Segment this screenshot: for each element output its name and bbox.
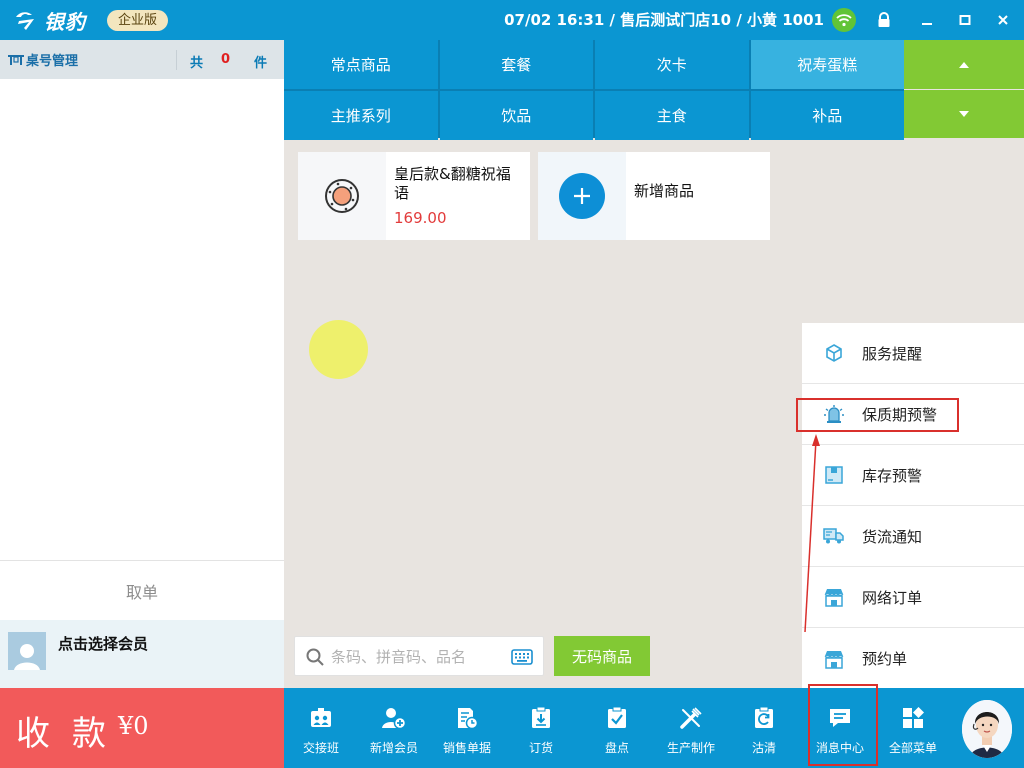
member-label: 点击选择会员 (58, 635, 149, 653)
category-tab-active[interactable]: 祝寿蛋糕 (750, 40, 904, 89)
all-menus-label: 全部菜单 (888, 741, 937, 755)
maximize-icon[interactable] (953, 8, 977, 32)
production-icon (678, 705, 704, 731)
all-menus-button[interactable]: 全部菜单 (877, 688, 949, 768)
store-icon (823, 586, 845, 608)
sold-out-label: 沽清 (751, 741, 776, 755)
item-unit: 件 (254, 56, 268, 71)
store-icon (823, 648, 845, 670)
menu-item-label: 库存预警 (862, 466, 923, 485)
item-count: 0 (221, 52, 231, 67)
category-scroll-up-button[interactable] (904, 40, 1024, 89)
menu-item-reservation[interactable]: 预约单 (802, 628, 1024, 689)
table-header: 桌号管理 共 0 件 (0, 40, 284, 79)
order-goods-label: 订货 (528, 741, 553, 755)
expiry-warning-highlight-box (796, 398, 959, 432)
edition-badge: 企业版 (107, 10, 169, 31)
production-button[interactable]: 生产制作 (655, 688, 727, 768)
title-bar: 银豹 企业版 07/02 16:31 / 售后测试门店10 / 小黄 1001 (0, 0, 1024, 40)
menu-item-online-order[interactable]: 网络订单 (802, 567, 1024, 628)
sold-out-button[interactable]: 沽清 (728, 688, 800, 768)
cube-icon (823, 342, 845, 364)
category-tab[interactable]: 主食 (595, 91, 749, 140)
category-tab[interactable]: 饮品 (439, 91, 593, 140)
no-barcode-product-button[interactable]: 无码商品 (554, 636, 650, 676)
menu-item-inventory-warning[interactable]: 库存预警 (802, 445, 1024, 506)
add-member-label: 新增会员 (369, 741, 418, 755)
search-icon (306, 648, 324, 666)
category-tab[interactable]: 补品 (750, 91, 904, 140)
product-name: 皇后款&翻糖祝福语 (394, 165, 511, 202)
menu-item-label: 货流通知 (862, 527, 923, 546)
cancel-order-button[interactable]: 取单 (0, 560, 284, 620)
yinbao-logo-icon (16, 12, 34, 30)
minimize-icon[interactable] (915, 8, 939, 32)
plus-icon (559, 173, 605, 219)
cookie-icon (298, 152, 386, 240)
stocktake-icon (604, 705, 630, 731)
customer-service-avatar[interactable] (962, 700, 1012, 758)
search-bar (294, 636, 544, 676)
handover-button[interactable]: 交接班 (285, 688, 357, 768)
add-member-icon (381, 705, 407, 731)
category-tab[interactable]: 套餐 (439, 40, 593, 89)
total-label: 共 (190, 56, 204, 71)
session-info: 07/02 16:31 / 售后测试门店10 / 小黄 1001 (504, 11, 824, 29)
category-scroll-down-button[interactable] (904, 90, 1024, 138)
menu-item-service-reminder[interactable]: 服务提醒 (802, 323, 1024, 384)
divider (176, 50, 177, 70)
inventory-icon (823, 464, 845, 486)
menu-item-label: 服务提醒 (862, 344, 923, 363)
checkout-amount: ¥0 (118, 712, 149, 740)
production-label: 生产制作 (666, 741, 715, 755)
lock-icon[interactable] (872, 8, 896, 32)
order-goods-button[interactable]: 订货 (505, 688, 577, 768)
app-name: 银豹 (44, 9, 86, 34)
assistant-avatar-icon (962, 700, 1012, 758)
category-tab[interactable]: 常点商品 (284, 40, 438, 89)
add-member-button[interactable]: 新增会员 (358, 688, 430, 768)
cursor-highlight (309, 320, 368, 379)
bottom-toolbar: 交接班 新增会员 销售单据 订货 盘点 生产制作 沽清 消息中心 全部菜单 (284, 688, 1024, 768)
truck-icon (823, 525, 845, 547)
message-center-highlight-box (808, 684, 878, 766)
menu-grid-icon (900, 705, 926, 731)
stocktake-label: 盘点 (604, 741, 629, 755)
sales-doc-icon (454, 705, 480, 731)
menu-item-label: 预约单 (862, 650, 908, 668)
add-product-thumb (538, 152, 626, 240)
product-name: 新增商品 (634, 182, 695, 200)
stocktake-button[interactable]: 盘点 (581, 688, 653, 768)
add-product-card[interactable]: 新增商品 (538, 152, 770, 240)
menu-item-label: 网络订单 (862, 588, 923, 607)
handover-label: 交接班 (302, 741, 339, 755)
wifi-icon[interactable] (832, 8, 856, 32)
keyboard-icon[interactable] (511, 649, 533, 665)
order-goods-icon (528, 705, 554, 731)
product-card[interactable]: 皇后款&翻糖祝福语 169.00 (298, 152, 530, 240)
close-icon[interactable] (991, 8, 1015, 32)
order-panel: 桌号管理 共 0 件 取单 点击选择会员 (0, 40, 284, 688)
select-member-button[interactable]: 点击选择会员 (0, 620, 284, 688)
category-tabs: 常点商品 套餐 次卡 祝寿蛋糕 主推系列 饮品 主食 补品 (284, 40, 904, 140)
member-avatar-icon (8, 632, 46, 670)
sold-out-icon (751, 705, 777, 731)
table-management-label: 桌号管理 (26, 54, 79, 69)
category-tab[interactable]: 主推系列 (284, 91, 438, 140)
triangle-down-icon (959, 111, 969, 117)
handover-icon (308, 705, 334, 731)
triangle-up-icon (959, 61, 969, 68)
message-center-menu: 服务提醒 保质期预警 库存预警 货流通知 网络订单 预约单 (802, 323, 1024, 688)
search-input[interactable] (331, 645, 503, 669)
checkout-button[interactable]: 收款 ¥0 (0, 688, 284, 768)
product-price: 169.00 (394, 209, 447, 227)
sales-documents-label: 销售单据 (442, 741, 491, 755)
category-tab[interactable]: 次卡 (595, 40, 749, 89)
sales-documents-button[interactable]: 销售单据 (431, 688, 503, 768)
checkout-label: 收款 (16, 714, 128, 754)
table-icon (8, 54, 24, 65)
table-management-link[interactable]: 桌号管理 (8, 50, 78, 69)
app-logo: 银豹 (14, 7, 86, 34)
menu-item-logistics-notice[interactable]: 货流通知 (802, 506, 1024, 567)
